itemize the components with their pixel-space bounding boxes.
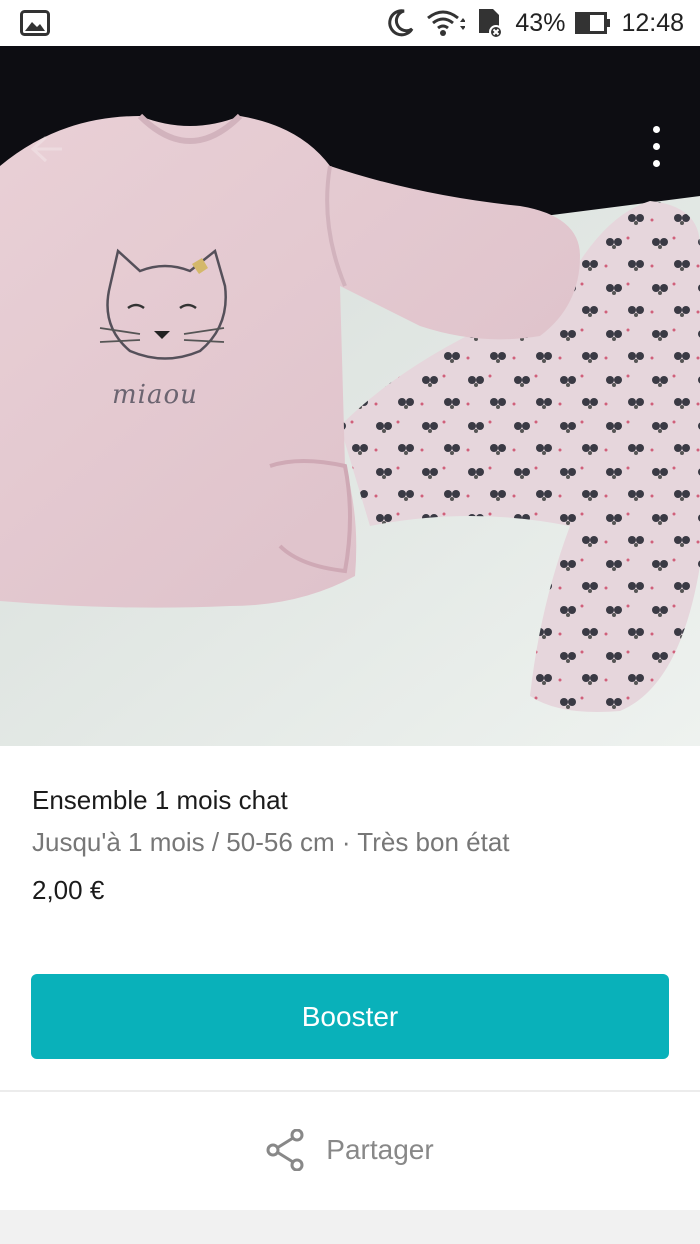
clock: 12:48 (621, 8, 684, 37)
product-photo[interactable]: miaou (0, 46, 700, 746)
booster-button[interactable]: Booster (31, 974, 669, 1059)
shirt-print-text: miaou (112, 380, 198, 410)
moon-icon (388, 9, 414, 37)
status-bar: 43% 12:48 (0, 0, 700, 46)
share-label: Partager (326, 1134, 434, 1165)
item-price: 2,00 € (32, 875, 105, 905)
share-button[interactable]: Partager (0, 1092, 700, 1208)
gallery-icon (20, 10, 50, 36)
item-details: Jusqu'à 1 mois / 50-56 cm · Très bon éta… (32, 827, 510, 857)
item-info: Ensemble 1 mois chat Jusqu'à 1 mois / 50… (32, 780, 672, 914)
photo-scene (0, 46, 700, 746)
battery-percent: 43% (515, 8, 566, 37)
wifi-icon (427, 10, 466, 36)
sd-card-icon (479, 9, 504, 39)
more-vertical-icon[interactable] (648, 126, 664, 172)
share-icon (266, 1129, 304, 1171)
item-title: Ensemble 1 mois chat (32, 785, 288, 815)
battery-icon (575, 12, 611, 34)
back-arrow-icon[interactable] (30, 134, 64, 164)
bottom-strip (0, 1210, 700, 1244)
